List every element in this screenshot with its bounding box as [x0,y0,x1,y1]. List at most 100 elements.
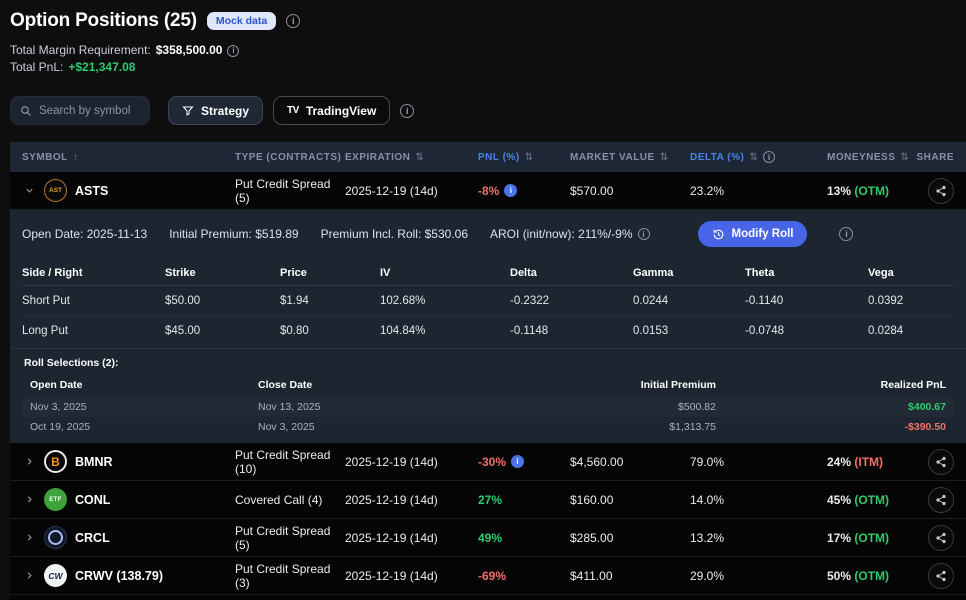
search-icon [20,105,32,117]
coreweave-logo-icon: CW [44,564,67,587]
pnl-info-icon[interactable] [511,455,524,468]
tradingview-info-icon[interactable] [400,104,414,118]
symbol-label: BMNR [75,455,113,469]
delta-info-icon[interactable] [763,151,775,163]
symbol-label: ASTS [75,184,108,198]
delta-cell: 79.0% [690,455,827,469]
col-expiration[interactable]: EXPIRATION ⇅ [345,152,478,163]
table-header-row: SYMBOL ↑ TYPE (CONTRACTS) EXPIRATION ⇅ P… [10,142,966,172]
open-date: Open Date: 2025-11-13 [22,227,147,241]
share-button[interactable] [928,449,954,475]
roll-selections-title: Roll Selections (2): [22,357,954,369]
sort-icon: ⇅ [749,152,758,163]
moneyness-cell: 50% (OTM) [827,569,915,583]
col-market-value[interactable]: MARKET VALUE ⇅ [570,152,690,163]
page-title: Option Positions (25) [10,10,197,32]
asts-logo-icon: AST [44,179,67,202]
sort-icon: ⇅ [525,152,534,163]
type-cell: Put Credit Spread (5) [235,177,345,205]
etf-icon: ETF [44,488,67,511]
pnl-info-icon[interactable] [504,184,517,197]
type-cell: Put Credit Spread (5) [235,524,345,552]
table-row[interactable]: B BMNR Put Credit Spread (10) 2025-12-19… [10,443,966,481]
delta-cell: 23.2% [690,184,827,198]
type-cell: Put Credit Spread (10) [235,448,345,476]
roll-row: Oct 19, 2025 Nov 3, 2025 $1,313.75 -$390… [22,417,954,437]
search-input[interactable] [39,105,140,117]
market-value-cell: $160.00 [570,493,690,507]
table-row[interactable]: CRCL Put Credit Spread (5) 2025-12-19 (1… [10,519,966,557]
pnl-cell: 49% [478,531,570,545]
sort-asc-icon: ↑ [73,152,79,163]
chevron-right-icon[interactable] [22,570,36,581]
aroi-info-icon[interactable] [638,228,650,240]
premium-incl-roll: Premium Incl. Roll: $530.06 [321,227,468,241]
total-margin-row: Total Margin Requirement: $358,500.00 [10,42,956,59]
tradingview-icon: TV [287,105,299,116]
chevron-down-icon[interactable] [22,185,36,196]
moneyness-cell: 24% (ITM) [827,455,915,469]
delta-cell: 14.0% [690,493,827,507]
share-button[interactable] [928,178,954,204]
total-pnl-value: +$21,347.08 [68,59,135,76]
table-row[interactable]: ETF ETHA (32.45) Put Credit Spread (8) 2… [10,595,966,600]
expanded-position-panel: Open Date: 2025-11-13 Initial Premium: $… [10,210,966,443]
greeks-table: Side / Right Strike Price IV Delta Gamma… [22,260,954,346]
chevron-right-icon[interactable] [22,494,36,505]
col-type: TYPE (CONTRACTS) [235,152,345,163]
col-symbol[interactable]: SYMBOL ↑ [22,152,235,163]
title-info-icon[interactable] [286,14,300,28]
roll-selections-section: Roll Selections (2): Open Date Close Dat… [10,348,966,443]
strategy-button[interactable]: Strategy [168,96,263,125]
share-button[interactable] [928,487,954,513]
type-cell: Covered Call (4) [235,493,345,507]
chevron-right-icon[interactable] [22,532,36,543]
initial-premium: Initial Premium: $519.89 [169,227,298,241]
table-row[interactable]: ETF CONL Covered Call (4) 2025-12-19 (14… [10,481,966,519]
symbol-label: CONL [75,493,110,507]
col-share: SHARE [915,152,954,163]
share-button[interactable] [928,563,954,589]
total-margin-value: $358,500.00 [156,42,223,59]
modify-roll-label: Modify Roll [732,228,794,240]
pnl-cell: -30% [478,455,570,469]
expiration-cell: 2025-12-19 (14d) [345,455,478,469]
share-button[interactable] [928,525,954,551]
col-pnl[interactable]: PNL (%) ⇅ [478,152,570,163]
table-row[interactable]: AST ASTS Put Credit Spread (5) 2025-12-1… [10,172,966,210]
greeks-row-long-put: Long Put $45.00 $0.80 104.84% -0.1148 0.… [22,316,954,346]
sort-icon: ⇅ [660,152,669,163]
pnl-cell: 27% [478,493,570,507]
history-icon [712,228,725,241]
pnl-cell: -8% [478,184,570,198]
table-row[interactable]: CW CRWV (138.79) Put Credit Spread (3) 2… [10,557,966,595]
col-delta[interactable]: DELTA (%) ⇅ [690,151,827,163]
col-moneyness[interactable]: MONEYNESS ⇅ [827,152,915,163]
tradingview-button-label: TradingView [306,104,376,118]
type-cell: Put Credit Spread (3) [235,562,345,590]
market-value-cell: $411.00 [570,569,690,583]
modify-roll-button[interactable]: Modify Roll [698,221,808,247]
aroi: AROI (init/now): 211%/-9% [490,227,650,241]
total-margin-label: Total Margin Requirement: [10,42,151,59]
roll-info-icon[interactable] [839,227,853,241]
filter-icon [182,105,194,117]
chevron-right-icon[interactable] [22,456,36,467]
greeks-row-short-put: Short Put $50.00 $1.94 102.68% -0.2322 0… [22,286,954,316]
search-box[interactable] [10,96,150,125]
toolbar: Strategy TV TradingView [0,76,966,125]
mock-data-badge: Mock data [207,12,276,30]
bitcoin-icon: B [44,450,67,473]
tradingview-button[interactable]: TV TradingView [273,96,390,125]
positions-table: SYMBOL ↑ TYPE (CONTRACTS) EXPIRATION ⇅ P… [10,142,966,600]
symbol-label: CRCL [75,531,110,545]
market-value-cell: $570.00 [570,184,690,198]
moneyness-cell: 45% (OTM) [827,493,915,507]
margin-info-icon[interactable] [227,45,239,57]
greeks-header-row: Side / Right Strike Price IV Delta Gamma… [22,260,954,286]
expiration-cell: 2025-12-19 (14d) [345,531,478,545]
total-pnl-row: Total PnL: +$21,347.08 [10,59,956,76]
market-value-cell: $285.00 [570,531,690,545]
delta-cell: 13.2% [690,531,827,545]
circle-logo-icon [44,526,67,549]
